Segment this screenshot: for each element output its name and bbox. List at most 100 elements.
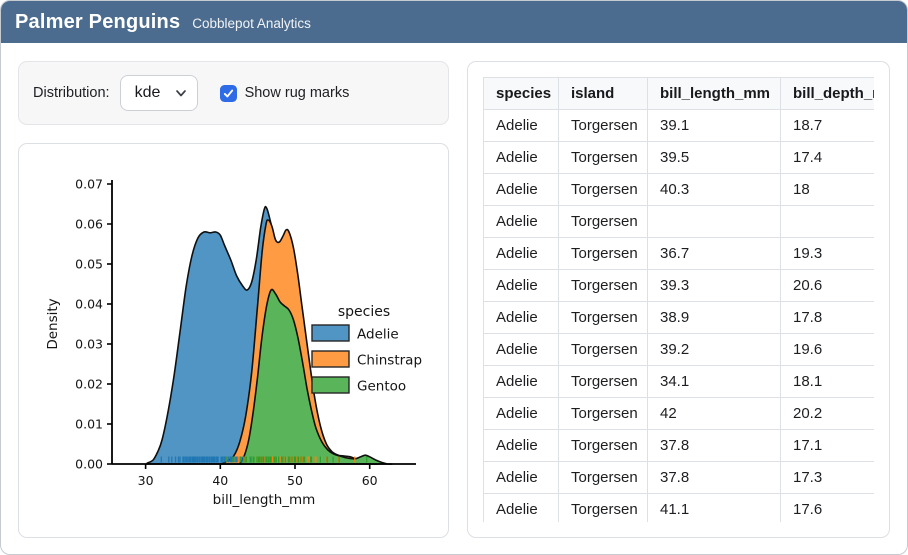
legend-label: Chinstrap [357, 353, 422, 369]
x-tick-label: 40 [212, 473, 228, 488]
table-row: AdelieTorgersen37.817.3 [484, 462, 875, 494]
kde-chart: 304050600.000.010.020.030.040.050.060.07… [19, 144, 448, 537]
table-row: AdelieTorgersen4220.2 [484, 398, 875, 430]
table-cell: 19.6 [781, 334, 875, 366]
legend-swatch-adelie [312, 325, 349, 341]
table-cell: Adelie [484, 174, 559, 206]
legend-swatch-gentoo [312, 377, 349, 393]
table-cell: Torgersen [559, 462, 648, 494]
x-tick-label: 30 [138, 473, 154, 488]
table-cell: Torgersen [559, 302, 648, 334]
chevron-down-icon [175, 87, 187, 99]
app-title: Palmer Penguins [15, 11, 180, 34]
table-row: AdelieTorgersen [484, 206, 875, 238]
table-row: AdelieTorgersen40.318 [484, 174, 875, 206]
table-cell [781, 206, 875, 238]
table-cell: Torgersen [559, 334, 648, 366]
table-cell: Torgersen [559, 270, 648, 302]
table-cell: Torgersen [559, 366, 648, 398]
rug-checkbox-label: Show rug marks [245, 85, 350, 101]
x-tick-label: 50 [287, 473, 303, 488]
left-column: Distribution: kde Show rug marks [18, 61, 449, 538]
table-row: AdelieTorgersen38.917.8 [484, 302, 875, 334]
table-cell: Adelie [484, 334, 559, 366]
table-cell: 17.4 [781, 142, 875, 174]
table-row: AdelieTorgersen39.320.6 [484, 270, 875, 302]
distribution-select-value: kde [135, 84, 161, 102]
table-cell: Adelie [484, 238, 559, 270]
y-tick-label: 0.02 [75, 377, 103, 392]
table-cell: 17.6 [781, 494, 875, 523]
table-cell: 39.1 [648, 110, 781, 142]
y-tick-label: 0.06 [75, 217, 103, 232]
legend-label: Adelie [357, 327, 399, 343]
table-cell: Adelie [484, 494, 559, 523]
data-table: speciesislandbill_length_mmbill_depth_mm… [483, 77, 874, 522]
table-cell: Torgersen [559, 398, 648, 430]
table-cell: 19.3 [781, 238, 875, 270]
table-header-cell: species [484, 78, 559, 110]
table-row: AdelieTorgersen36.719.3 [484, 238, 875, 270]
rug-checkbox[interactable] [220, 85, 237, 102]
y-tick-label: 0.07 [75, 177, 103, 192]
table-row: AdelieTorgersen39.118.7 [484, 110, 875, 142]
chart-card: 304050600.000.010.020.030.040.050.060.07… [18, 143, 449, 538]
table-header-cell: bill_depth_mm [781, 78, 875, 110]
table-cell: Torgersen [559, 430, 648, 462]
table-cell: Adelie [484, 270, 559, 302]
check-icon [223, 88, 234, 99]
table-cell: Adelie [484, 430, 559, 462]
table-cell: 42 [648, 398, 781, 430]
rug-checkbox-wrap: Show rug marks [220, 85, 350, 102]
table-cell: 20.2 [781, 398, 875, 430]
table-cell: Adelie [484, 302, 559, 334]
y-tick-label: 0.01 [75, 417, 103, 432]
app-window: Palmer Penguins Cobblepot Analytics Dist… [0, 0, 908, 555]
data-table-scroll-area[interactable]: speciesislandbill_length_mmbill_depth_mm… [483, 77, 874, 522]
y-tick-label: 0.04 [75, 297, 103, 312]
right-column: speciesislandbill_length_mmbill_depth_mm… [467, 61, 890, 538]
table-header-row: speciesislandbill_length_mmbill_depth_mm [484, 78, 875, 110]
table-cell: Adelie [484, 366, 559, 398]
app-header: Palmer Penguins Cobblepot Analytics [1, 1, 907, 43]
table-cell: Torgersen [559, 238, 648, 270]
table-cell: 18 [781, 174, 875, 206]
controls-panel: Distribution: kde Show rug marks [18, 61, 449, 125]
y-tick-label: 0.00 [75, 457, 103, 472]
table-cell: 17.3 [781, 462, 875, 494]
table-cell: 34.1 [648, 366, 781, 398]
table-cell: 17.1 [781, 430, 875, 462]
table-cell: Torgersen [559, 174, 648, 206]
table-cell: Torgersen [559, 142, 648, 174]
table-cell: Adelie [484, 398, 559, 430]
table-row: AdelieTorgersen39.219.6 [484, 334, 875, 366]
x-axis-label: bill_length_mm [213, 492, 316, 508]
table-cell [648, 206, 781, 238]
table-row: AdelieTorgersen41.117.6 [484, 494, 875, 523]
legend-title: species [338, 304, 390, 320]
table-cell: Adelie [484, 142, 559, 174]
table-header-cell: bill_length_mm [648, 78, 781, 110]
table-cell: 17.8 [781, 302, 875, 334]
table-cell: 39.2 [648, 334, 781, 366]
app-subtitle: Cobblepot Analytics [192, 16, 311, 31]
table-cell: 18.1 [781, 366, 875, 398]
table-cell: 39.3 [648, 270, 781, 302]
table-card: speciesislandbill_length_mmbill_depth_mm… [467, 61, 890, 538]
table-cell: 20.6 [781, 270, 875, 302]
table-cell: Torgersen [559, 494, 648, 523]
main-content: Distribution: kde Show rug marks [1, 43, 907, 555]
distribution-select[interactable]: kde [120, 75, 198, 111]
y-tick-label: 0.05 [75, 257, 103, 272]
table-body: AdelieTorgersen39.118.7AdelieTorgersen39… [484, 110, 875, 523]
table-row: AdelieTorgersen37.817.1 [484, 430, 875, 462]
table-cell: 39.5 [648, 142, 781, 174]
table-cell: Adelie [484, 206, 559, 238]
table-row: AdelieTorgersen34.118.1 [484, 366, 875, 398]
table-cell: Adelie [484, 462, 559, 494]
table-row: AdelieTorgersen39.517.4 [484, 142, 875, 174]
table-cell: Torgersen [559, 206, 648, 238]
table-cell: 37.8 [648, 430, 781, 462]
y-axis-label: Density [45, 298, 61, 349]
table-cell: 38.9 [648, 302, 781, 334]
